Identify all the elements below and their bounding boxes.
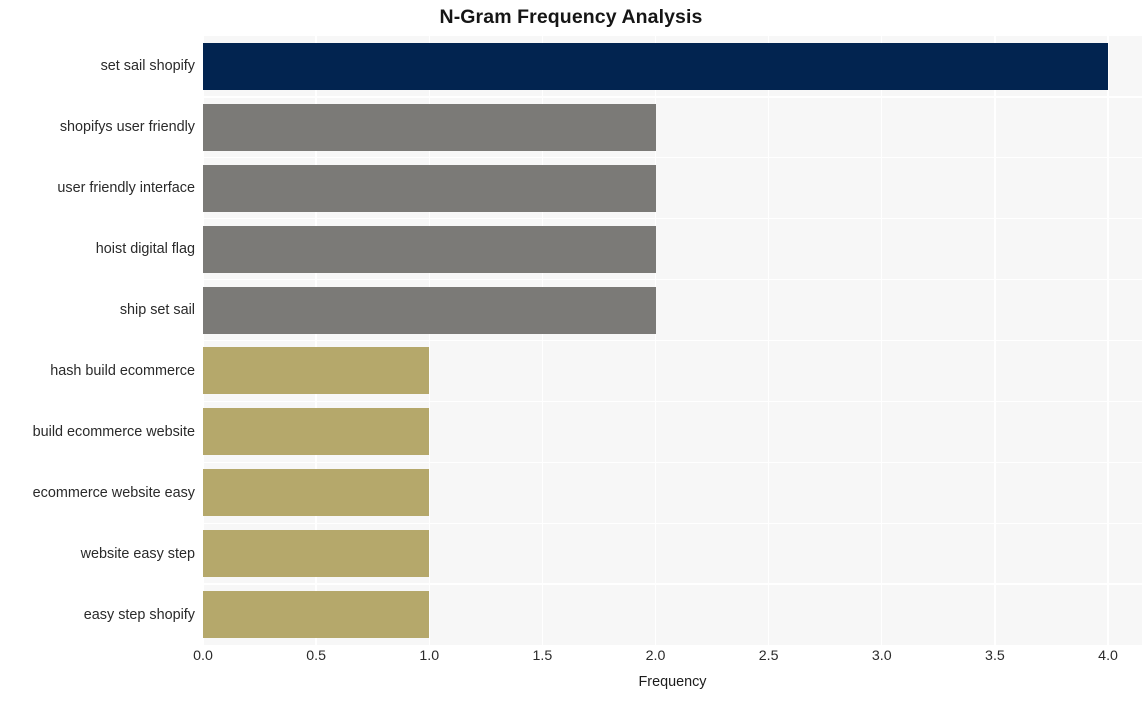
y-axis-tick-labels: set sail shopify shopifys user friendly us… [0, 36, 195, 645]
gridline-horizontal [203, 218, 1142, 220]
bar[interactable] [203, 347, 430, 395]
bar[interactable] [203, 225, 656, 273]
x-axis-title: Frequency [638, 674, 707, 690]
x-axis-tick-label: 3.5 [985, 648, 1005, 664]
x-axis-tick-label: 0.0 [193, 648, 213, 664]
gridline-horizontal [203, 96, 1142, 98]
gridline-horizontal [203, 522, 1142, 524]
plot-area [203, 36, 1142, 645]
x-axis-tick-label: 4.0 [1098, 648, 1118, 664]
y-axis-tick-label: easy step shopify [83, 606, 195, 623]
y-axis-tick-label: user friendly interface [57, 180, 195, 197]
bar[interactable] [203, 42, 1109, 90]
gridline-horizontal [203, 400, 1142, 403]
gridline-horizontal [203, 157, 1142, 159]
x-axis-tick-label: 1.0 [419, 648, 440, 664]
bar[interactable] [203, 103, 656, 151]
gridline-horizontal [203, 461, 1142, 463]
x-axis-tick-label: 2.0 [645, 648, 666, 664]
y-axis-tick-label: set sail shopify [100, 58, 195, 75]
bar[interactable] [203, 530, 430, 578]
y-axis-tick-label: shopifys user friendly [59, 119, 195, 136]
bar[interactable] [203, 408, 430, 456]
gridline-horizontal [203, 278, 1142, 281]
chart-title: N-Gram Frequency Analysis [439, 6, 703, 28]
y-axis-tick-label: ship set sail [119, 302, 195, 319]
gridline-horizontal [203, 339, 1142, 342]
x-axis-tick-label: 0.5 [306, 648, 326, 664]
x-axis-tick-label: 2.5 [758, 648, 779, 664]
x-axis-tick-label: 3.0 [871, 648, 892, 664]
y-axis-tick-label: ecommerce website easy [32, 484, 195, 501]
bar[interactable] [203, 469, 430, 517]
bar[interactable] [203, 164, 656, 212]
chart-figure: N-Gram Frequency Analysis set sail shopi… [0, 0, 1142, 701]
x-axis-tick-labels: 0.0 0.5 1.0 1.5 2.0 2.5 3.0 3.5 4.0 [193, 648, 1142, 670]
y-axis-tick-label: hash build ecommerce [50, 362, 195, 379]
y-axis-tick-label: hoist digital flag [95, 241, 195, 258]
gridline-horizontal [203, 583, 1142, 585]
bar[interactable] [203, 286, 656, 334]
x-axis-tick-label: 1.5 [532, 648, 553, 664]
y-axis-tick-label: website easy step [80, 545, 195, 562]
y-axis-tick-label: build ecommerce website [32, 423, 195, 440]
bar[interactable] [203, 591, 430, 639]
